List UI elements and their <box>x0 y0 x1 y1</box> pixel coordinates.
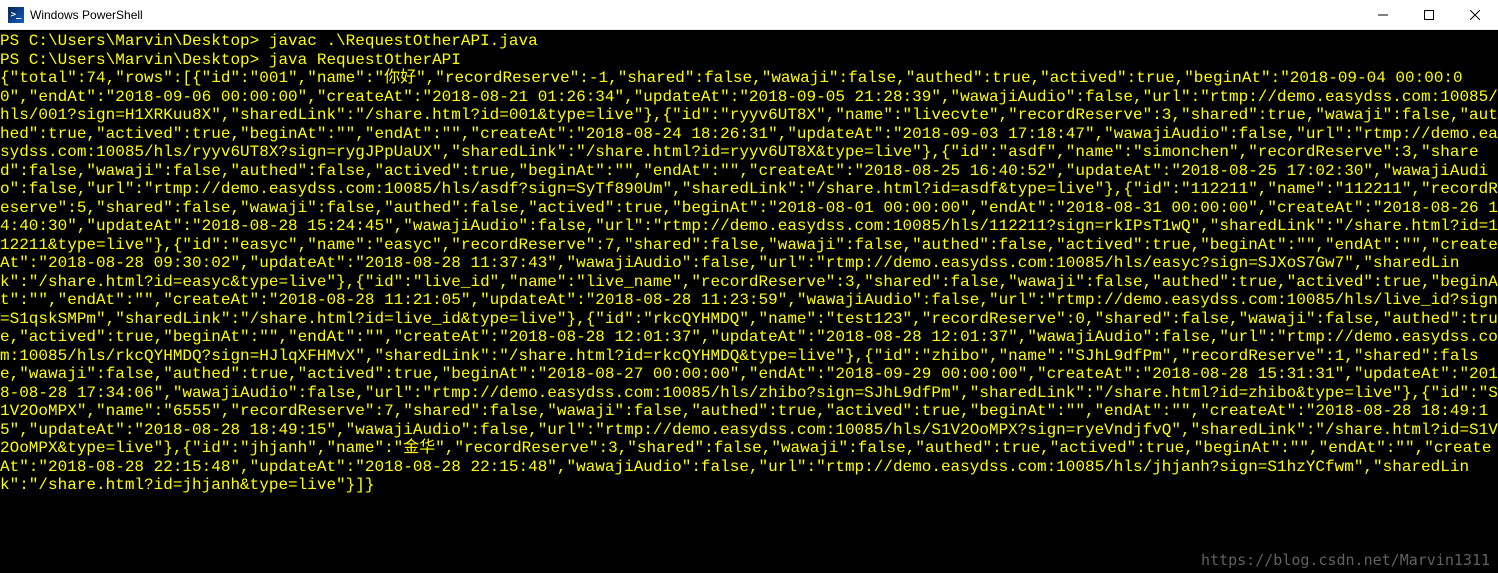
command-2: java RequestOtherAPI <box>269 51 461 69</box>
close-button[interactable] <box>1452 0 1498 30</box>
prompt-2: PS C:\Users\Marvin\Desktop> <box>0 51 269 69</box>
terminal-content[interactable]: PS C:\Users\Marvin\Desktop> javac .\Requ… <box>0 30 1498 573</box>
command-1: javac .\RequestOtherAPI.java <box>269 32 538 50</box>
watermark-text: https://blog.csdn.net/Marvin1311 <box>1201 551 1490 570</box>
json-output: {"total":74,"rows":[{"id":"001","name":"… <box>0 69 1498 494</box>
window-titlebar: >_ Windows PowerShell <box>0 0 1498 30</box>
maximize-button[interactable] <box>1406 0 1452 30</box>
window-title: Windows PowerShell <box>30 8 143 22</box>
command-line-2: PS C:\Users\Marvin\Desktop> java Request… <box>0 51 461 69</box>
command-line-1: PS C:\Users\Marvin\Desktop> javac .\Requ… <box>0 32 538 50</box>
prompt-1: PS C:\Users\Marvin\Desktop> <box>0 32 269 50</box>
minimize-button[interactable] <box>1360 0 1406 30</box>
titlebar-left: >_ Windows PowerShell <box>8 7 143 23</box>
powershell-icon: >_ <box>8 7 24 23</box>
window-controls <box>1360 0 1498 30</box>
